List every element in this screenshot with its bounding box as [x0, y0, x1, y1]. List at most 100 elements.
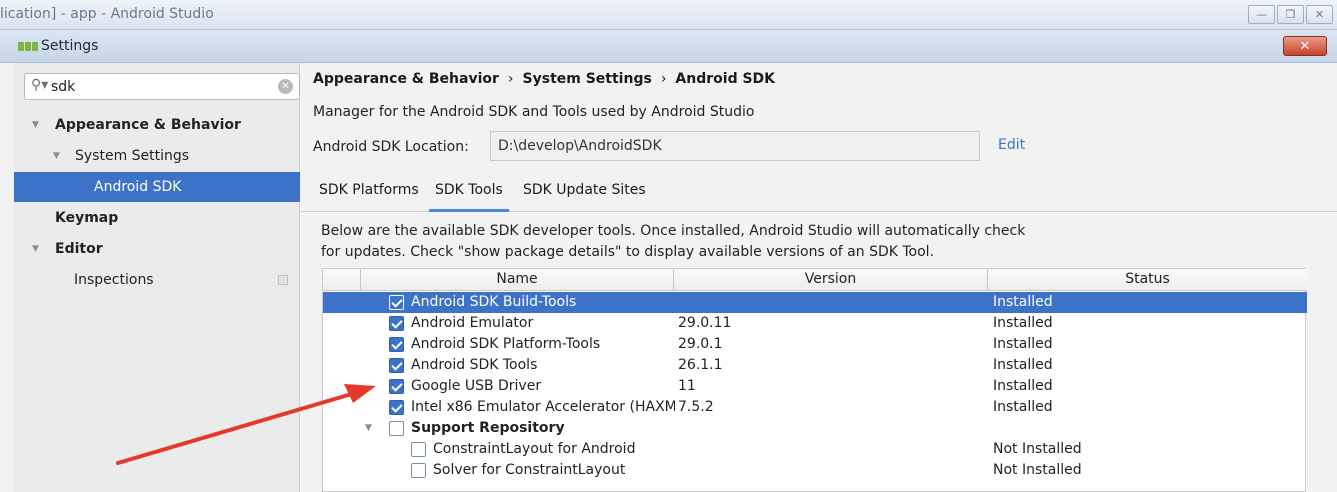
app-window-controls: — ❐ ✕	[1248, 5, 1333, 24]
row-name: Android SDK Tools	[411, 357, 538, 373]
row-checkbox[interactable]	[389, 337, 404, 352]
settings-main-panel: Appearance & Behavior › System Settings › An…	[301, 63, 1337, 492]
expanded-arrow-icon: ▼	[32, 244, 39, 254]
row-status: Installed	[993, 378, 1053, 394]
table-row[interactable]: Intel x86 Emulator Accelerator (HAXM 7.5…	[323, 397, 1307, 418]
sidebar-item-system-settings[interactable]: ▼ System Settings	[14, 141, 300, 171]
settings-search-input[interactable]	[51, 77, 271, 96]
row-name: Android Emulator	[411, 315, 534, 331]
row-name: Google USB Driver	[411, 378, 542, 394]
row-version: 26.1.1	[678, 357, 723, 373]
expanded-arrow-icon: ▼	[53, 151, 60, 161]
dialog-title: Settings	[41, 38, 99, 54]
tab-sdk-platforms[interactable]: SDK Platforms	[319, 182, 419, 212]
row-checkbox[interactable]	[389, 358, 404, 373]
dialog-body: ⚲▾ ✕ ▼ Appearance & Behavior ▼ System Se…	[0, 63, 1337, 492]
breadcrumb-item: Appearance & Behavior	[313, 71, 499, 87]
row-status: Installed	[993, 399, 1053, 415]
row-name: ConstraintLayout for Android	[433, 441, 636, 457]
table-row[interactable]: ConstraintLayout for Android Not Install…	[323, 439, 1307, 460]
table-row[interactable]: Android SDK Tools 26.1.1 Installed	[323, 355, 1307, 376]
page-description: Manager for the Android SDK and Tools us…	[313, 104, 755, 120]
app-window-title: lication] - app - Android Studio	[0, 6, 214, 22]
row-status: Installed	[993, 336, 1053, 352]
row-version: 7.5.2	[678, 399, 714, 415]
breadcrumb-separator: ›	[507, 71, 514, 87]
row-name: Android SDK Build-Tools	[411, 294, 577, 310]
expanded-arrow-icon: ▼	[32, 120, 39, 130]
table-row[interactable]: Google USB Driver 11 Installed	[323, 376, 1307, 397]
dialog-close-button[interactable]: ✕	[1283, 36, 1327, 56]
hint-line: for updates. Check "show package details…	[321, 244, 935, 260]
row-name: Intel x86 Emulator Accelerator (HAXM	[411, 399, 675, 415]
minimize-icon: —	[1256, 8, 1267, 21]
table-row[interactable]: Android SDK Build-Tools Installed	[323, 292, 1307, 313]
row-version: 11	[678, 378, 696, 394]
breadcrumb-separator: ›	[660, 71, 667, 87]
search-icon: ⚲▾	[31, 77, 49, 93]
app-title-bar: lication] - app - Android Studio — ❐ ✕	[0, 0, 1337, 30]
sdk-location-label: Android SDK Location:	[313, 139, 469, 155]
tab-sdk-update-sites[interactable]: SDK Update Sites	[523, 182, 646, 212]
breadcrumb-item: Android SDK	[675, 71, 776, 87]
row-status: Installed	[993, 294, 1053, 310]
table-row[interactable]: Solver for ConstraintLayout Not Installe…	[323, 460, 1307, 481]
table-row[interactable]: Android Emulator 29.0.11 Installed	[323, 313, 1307, 334]
breadcrumb: Appearance & Behavior › System Settings › An…	[313, 71, 775, 87]
table-row[interactable]: Android SDK Platform-Tools 29.0.1 Instal…	[323, 334, 1307, 355]
column-header-status[interactable]: Status	[988, 269, 1307, 291]
sidebar-item-android-sdk[interactable]: Android SDK	[14, 172, 300, 202]
table-header: Name Version Status	[323, 269, 1307, 291]
row-status: Not Installed	[993, 441, 1082, 457]
close-icon: ✕	[1299, 38, 1311, 54]
close-icon: ✕	[1314, 8, 1325, 21]
column-header-version[interactable]: Version	[674, 269, 988, 291]
row-checkbox[interactable]	[389, 379, 404, 394]
sdk-tools-table: Name Version Status Android SDK Build-To…	[322, 268, 1307, 492]
sdk-tabs: SDK Platforms SDK Tools SDK Update Sites	[301, 171, 1337, 212]
sidebar-item-editor[interactable]: ▼ Editor	[14, 234, 300, 264]
sidebar-item-appearance-behavior[interactable]: ▼ Appearance & Behavior	[14, 110, 300, 140]
sidebar-item-label: System Settings	[75, 148, 190, 164]
row-version: 29.0.11	[678, 315, 732, 331]
sdk-tools-hint: Below are the available SDK developer to…	[321, 221, 1025, 263]
row-status: Installed	[993, 357, 1053, 373]
sidebar-item-label: Appearance & Behavior	[55, 117, 241, 133]
sidebar-item-label: Inspections	[74, 272, 154, 288]
dialog-title-bar: Settings ✕	[0, 30, 1337, 63]
row-name: Support Repository	[411, 420, 565, 436]
row-version: 29.0.1	[678, 336, 723, 352]
sidebar-item-keymap[interactable]: Keymap	[14, 203, 300, 233]
restore-button[interactable]: ❐	[1277, 5, 1304, 24]
table-row-group[interactable]: ▼ Support Repository	[323, 418, 1307, 439]
restore-icon: ❐	[1285, 8, 1296, 21]
row-checkbox[interactable]	[389, 295, 404, 310]
android-studio-logo-icon	[18, 42, 38, 51]
clear-search-icon[interactable]: ✕	[278, 79, 293, 94]
row-checkbox[interactable]	[411, 442, 426, 457]
row-checkbox[interactable]	[389, 400, 404, 415]
row-name: Android SDK Platform-Tools	[411, 336, 601, 352]
row-checkbox[interactable]	[389, 421, 404, 436]
row-checkbox[interactable]	[411, 463, 426, 478]
expanded-arrow-icon[interactable]: ▼	[365, 418, 372, 439]
hint-line: Below are the available SDK developer to…	[321, 223, 1026, 239]
row-checkbox[interactable]	[389, 316, 404, 331]
row-name: Solver for ConstraintLayout	[433, 462, 626, 478]
minimize-button[interactable]: —	[1248, 5, 1275, 24]
row-status: Not Installed	[993, 462, 1082, 478]
column-header-expand	[323, 269, 361, 291]
sdk-location-field[interactable]: D:\develop\AndroidSDK	[490, 131, 980, 161]
edit-sdk-location-link[interactable]: Edit	[998, 137, 1025, 153]
settings-sidebar: ⚲▾ ✕ ▼ Appearance & Behavior ▼ System Se…	[14, 63, 300, 492]
breadcrumb-item: System Settings	[522, 71, 652, 87]
project-settings-icon	[278, 275, 288, 285]
close-app-button[interactable]: ✕	[1306, 5, 1333, 24]
sidebar-item-inspections[interactable]: Inspections	[14, 265, 300, 295]
sidebar-item-label: Editor	[55, 241, 103, 257]
tab-sdk-tools[interactable]: SDK Tools	[429, 182, 509, 212]
settings-search-box[interactable]: ⚲▾ ✕	[24, 73, 300, 100]
row-status: Installed	[993, 315, 1053, 331]
sidebar-item-label: Keymap	[55, 210, 119, 226]
column-header-name[interactable]: Name	[361, 269, 674, 291]
